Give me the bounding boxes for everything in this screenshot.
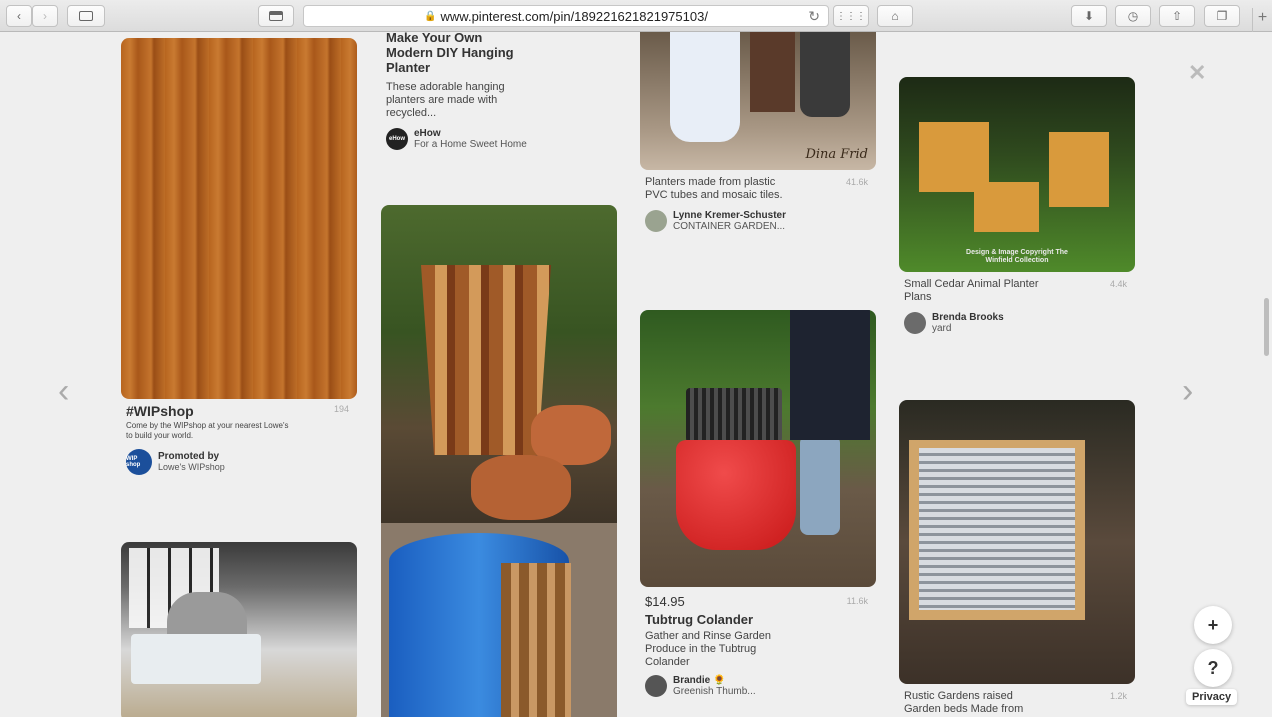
board-name: Greenish Thumb... [673, 686, 756, 697]
save-count: 11.6k [846, 596, 868, 606]
pin-description: Come by the WIPshop at your nearest Lowe… [126, 421, 289, 440]
pin-cedar-animal[interactable]: Design & Image Copyright The Winfield Co… [899, 77, 1135, 334]
bear-planter [974, 182, 1039, 232]
lock-icon: 🔒 [424, 10, 437, 22]
tabs-button[interactable]: ❐ [1204, 5, 1240, 27]
tubtrug-image [640, 310, 876, 587]
user-name: Brandie 🌻 [673, 675, 726, 686]
avatar [645, 210, 667, 232]
avatar [645, 675, 667, 697]
user-name: eHow [414, 128, 441, 139]
pin-rustic-garden-bed[interactable]: 1.2k Rustic Gardens raised Garden beds M… [899, 400, 1135, 716]
avatar: WIP shop [126, 449, 152, 475]
save-count: 4.4k [1109, 279, 1127, 289]
wood-planks-image [121, 38, 357, 399]
wood-slats [501, 563, 571, 717]
address-bar[interactable]: 🔒 www.pinterest.com/pin/1892216218219751… [303, 5, 829, 27]
pin-description: Gather and Rinse Garden Produce in the T… [645, 630, 771, 668]
pin-attribution[interactable]: WIP shop Promoted by Lowe's WIPshop [121, 449, 357, 475]
history-button[interactable]: ◷ [1115, 5, 1151, 27]
pin-attribution[interactable]: eHow eHow For a Home Sweet Home [381, 128, 617, 150]
prev-pin-arrow[interactable]: ‹ [58, 372, 69, 411]
board-name: For a Home Sweet Home [414, 139, 527, 150]
pin-description: These adorable hanging planters are made… [386, 81, 505, 119]
watermark-text: Design & Image Copyright The Winfield Co… [966, 249, 1068, 264]
home-button[interactable]: ⌂ [877, 5, 913, 27]
add-button[interactable]: + [1194, 606, 1232, 644]
pin-hanging-planter[interactable]: Make Your Own Modern DIY Hanging Planter… [381, 32, 617, 150]
pin-description: Planters made from plastic PVC tubes and… [645, 176, 783, 201]
save-count: 1.2k [1109, 691, 1127, 701]
board-name: yard [932, 323, 952, 334]
wood-planter-image [381, 205, 617, 523]
user-name: Lynne Kremer-Schuster [673, 210, 786, 221]
garden-bed-image [899, 400, 1135, 684]
deer-planter [1049, 132, 1109, 207]
mosaic-tube [750, 32, 795, 112]
bed [131, 634, 261, 684]
pin-title: #WIPshop [126, 403, 194, 419]
board-name: Lowe's WIPshop [158, 462, 225, 472]
pin-wood-planter[interactable] [381, 205, 617, 717]
pin-pvc-planters[interactable]: Dina Frid 41.6k Planters made from plast… [640, 32, 876, 232]
pin-title: Tubtrug Colander [645, 612, 754, 627]
save-count: 41.6k [845, 177, 868, 187]
pin-attribution[interactable]: Brenda Brooks yard [899, 312, 1135, 334]
pin-bedroom[interactable] [121, 542, 357, 717]
privacy-link[interactable]: Privacy [1186, 689, 1238, 705]
pin-wipshop[interactable]: #WIPshop 194 Come by the WIPshop at your… [121, 38, 357, 475]
back-button[interactable]: ‹ [6, 5, 32, 27]
pvc-tube [670, 32, 740, 142]
watermark-text: Dina Frid [805, 147, 868, 162]
pin-tubtrug[interactable]: 11.6k $14.95 Tubtrug Colander Gather and… [640, 310, 876, 697]
pvc-mosaic-image: Dina Frid [640, 32, 876, 170]
pin-attribution[interactable]: Brandie 🌻 Greenish Thumb... [640, 675, 876, 697]
cedar-animal-image: Design & Image Copyright The Winfield Co… [899, 77, 1135, 272]
downloads-button[interactable]: ⬇ [1071, 5, 1107, 27]
promoted-label: Promoted by [158, 451, 220, 462]
bedroom-image [121, 542, 357, 717]
close-icon[interactable]: ✕ [1188, 60, 1206, 86]
forward-button[interactable]: › [32, 5, 58, 27]
apps-grid-button[interactable]: ⋮⋮⋮ [833, 5, 869, 27]
sidebar-icon [79, 11, 93, 21]
pin-feed: #WIPshop 194 Come by the WIPshop at your… [0, 32, 1272, 717]
tabs-grid-icon [269, 11, 283, 21]
user-name: Brenda Brooks [932, 312, 1004, 323]
pin-attribution[interactable]: Lynne Kremer-Schuster CONTAINER GARDEN..… [640, 210, 876, 232]
rain-boot [800, 435, 840, 535]
tab-overview-button[interactable] [258, 5, 294, 27]
avatar: eHow [386, 128, 408, 150]
price: $14.95 [645, 594, 685, 609]
reload-icon[interactable]: ↻ [808, 8, 820, 25]
sidebar-toggle-button[interactable] [67, 5, 105, 27]
next-pin-arrow[interactable]: › [1182, 372, 1193, 411]
jeans [790, 310, 870, 440]
red-tub [676, 440, 796, 550]
avatar [904, 312, 926, 334]
pot [471, 455, 571, 520]
mosaic-tube [800, 32, 850, 117]
share-button[interactable]: ⇧ [1159, 5, 1195, 27]
board-name: CONTAINER GARDEN... [673, 221, 786, 232]
pin-description: Small Cedar Animal Planter Plans [904, 278, 1039, 303]
corrugated-bed [909, 440, 1085, 620]
help-button[interactable]: ? [1194, 649, 1232, 687]
save-count: 194 [333, 404, 349, 414]
scrollbar-thumb[interactable] [1264, 298, 1269, 356]
url-text: www.pinterest.com/pin/189221621821975103… [440, 8, 708, 24]
pin-title: Make Your Own Modern DIY Hanging Planter [386, 32, 514, 75]
new-tab-button[interactable]: + [1252, 8, 1272, 32]
pin-description: Rustic Gardens raised Garden beds Made f… [904, 690, 1024, 715]
browser-toolbar: ‹ › 🔒 www.pinterest.com/pin/189221621821… [0, 0, 1272, 32]
blue-barrel-image [381, 523, 617, 717]
